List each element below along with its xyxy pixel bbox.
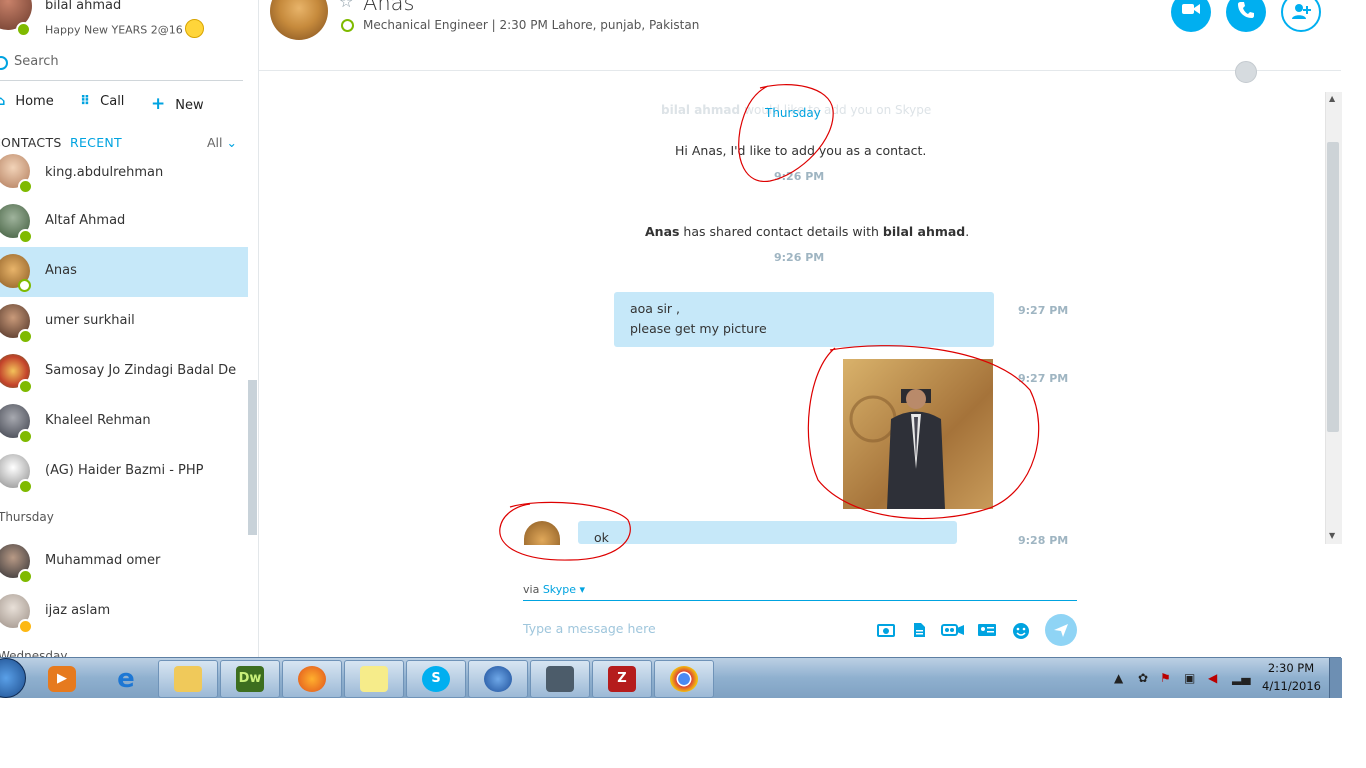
composer-underline (523, 600, 1077, 601)
taskbar-media-player[interactable]: ▶ (32, 660, 92, 698)
image-icon (877, 624, 895, 637)
file-icon (914, 623, 925, 637)
annotation-circle (499, 501, 631, 561)
tray-device-icon[interactable]: ▣ (1184, 671, 1195, 685)
show-hidden-icons-button[interactable]: ▲ (1114, 671, 1123, 685)
windows-taskbar: ▶ e Dw S Z ▲ ✿ ⚑ ▣ ◀ ▂▄ 2:30 PM 4/11/201… (0, 657, 1342, 698)
taskbar-chrome[interactable] (654, 660, 714, 698)
media-player-icon: ▶ (48, 666, 76, 692)
taskbar-thunderbird[interactable] (468, 660, 528, 698)
clock-time[interactable]: 2:30 PM (1262, 661, 1320, 675)
internet-explorer-icon: e (117, 664, 135, 694)
taskbar-filezilla[interactable]: Z (592, 660, 652, 698)
folder-icon (174, 666, 202, 692)
emoticon-icon (1013, 623, 1029, 639)
scroll-up-icon[interactable]: ▲ (1329, 94, 1335, 103)
scroll-down-icon[interactable]: ▼ (1329, 531, 1335, 540)
taskbar-dreamweaver[interactable]: Dw (220, 660, 280, 698)
thunderbird-icon (484, 666, 512, 692)
show-desktop-button[interactable] (1329, 658, 1342, 698)
firefox-icon (298, 666, 326, 692)
video-message-button[interactable] (941, 622, 965, 638)
monitor-icon (546, 666, 574, 692)
video-message-icon (941, 624, 964, 636)
send-file-button[interactable] (912, 622, 930, 638)
send-button[interactable] (1045, 614, 1077, 646)
chevron-down-icon: ▾ (579, 583, 586, 596)
clock-date[interactable]: 4/11/2016 (1262, 679, 1321, 693)
taskbar-sticky-notes[interactable] (344, 660, 404, 698)
dreamweaver-icon: Dw (236, 666, 264, 692)
chrome-icon (670, 666, 698, 692)
emoticon-button[interactable] (1012, 622, 1030, 639)
filezilla-icon: Z (608, 666, 636, 692)
send-arrow-icon (1054, 624, 1068, 637)
via-service: Skype (542, 583, 577, 596)
contact-card-icon (978, 624, 996, 636)
send-photo-button[interactable] (877, 622, 895, 638)
taskbar-file-explorer[interactable] (158, 660, 218, 698)
sticky-notes-icon (360, 666, 388, 692)
chat-scrollbar-thumb[interactable] (1327, 142, 1339, 432)
annotation-circle (807, 345, 1040, 520)
send-contact-button[interactable] (977, 622, 997, 638)
via-selector[interactable]: via Skype ▾ (523, 583, 585, 596)
taskbar-skype[interactable]: S (406, 660, 466, 698)
annotation-circle (738, 84, 834, 182)
message-input[interactable]: Type a message here (523, 621, 656, 636)
annotation-overlay (499, 84, 1040, 561)
start-button[interactable] (0, 658, 26, 698)
via-label: via (523, 583, 540, 596)
skype-icon: S (422, 666, 450, 692)
taskbar-remote-desktop[interactable] (530, 660, 590, 698)
taskbar-internet-explorer[interactable]: e (96, 660, 156, 698)
tray-flag-icon[interactable]: ⚑ (1160, 671, 1171, 685)
tray-icon-colors[interactable]: ✿ (1138, 671, 1148, 685)
network-signal-icon[interactable]: ▂▄ (1232, 671, 1250, 685)
taskbar-firefox[interactable] (282, 660, 342, 698)
volume-muted-icon[interactable]: ◀ (1208, 671, 1217, 685)
